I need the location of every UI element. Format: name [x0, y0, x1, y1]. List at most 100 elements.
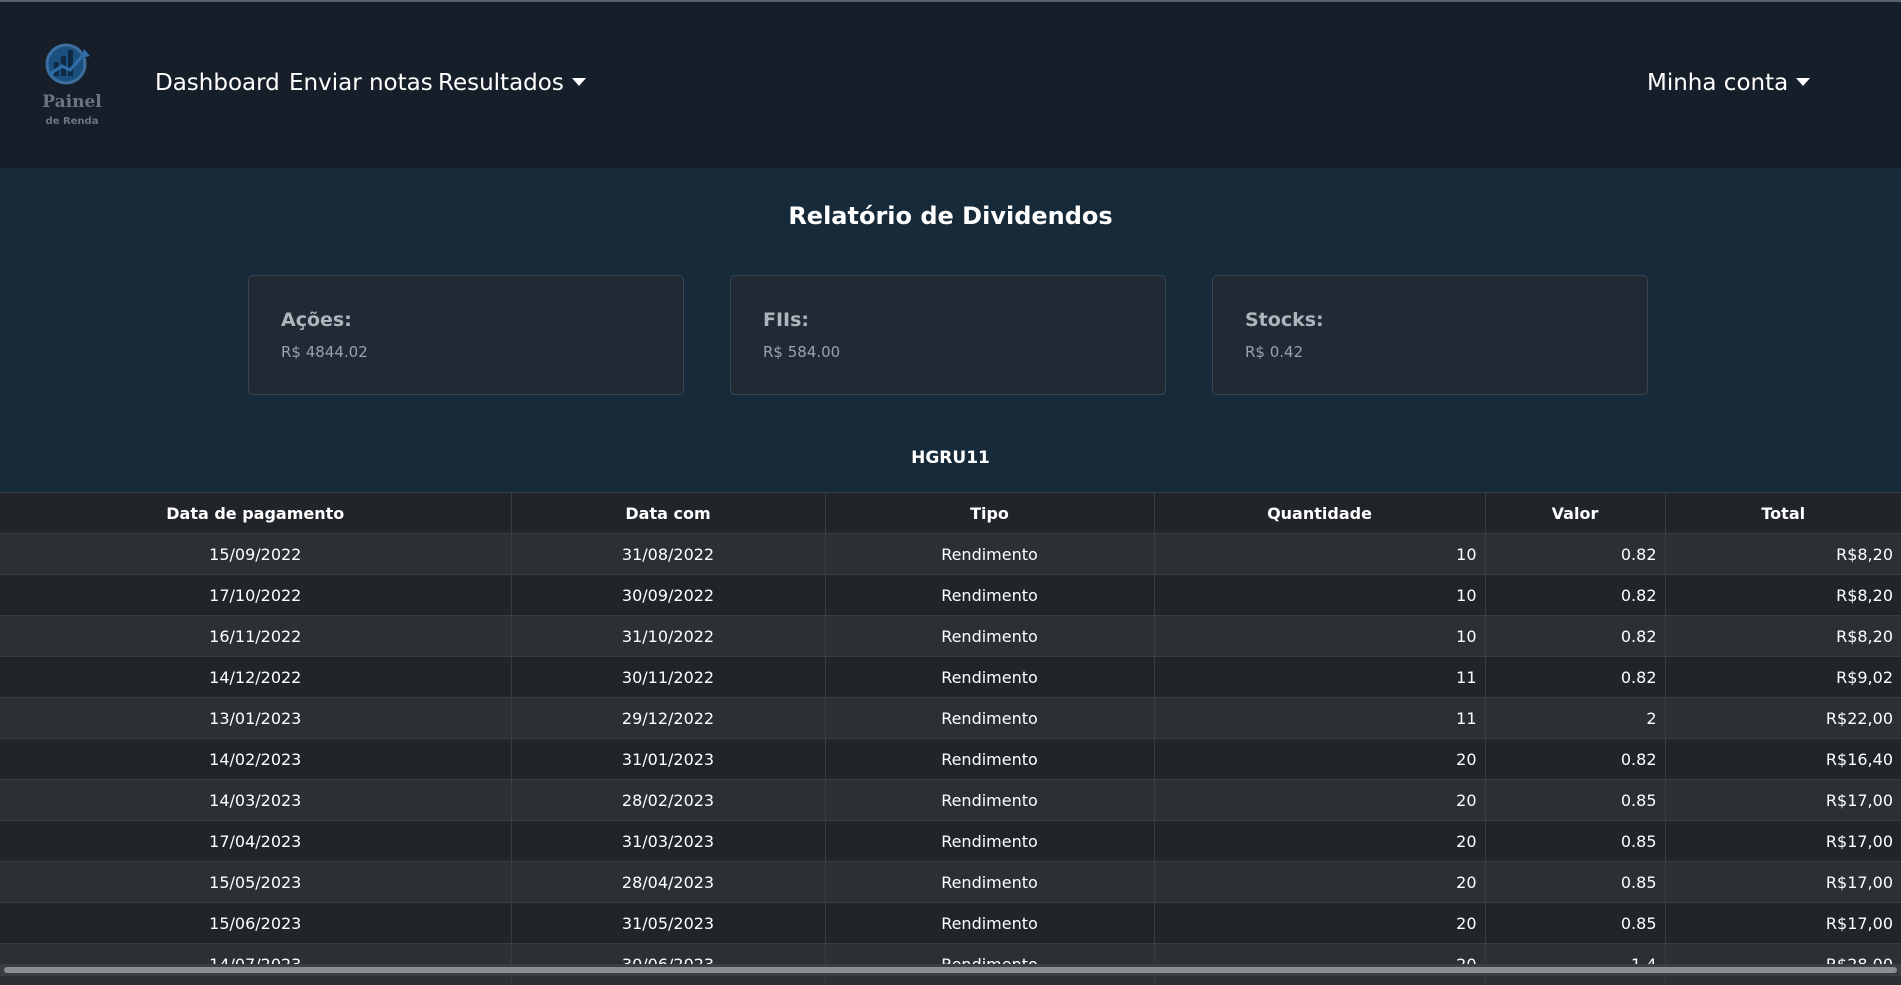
col-header-data-com[interactable]: Data com: [510, 492, 825, 534]
cell-data-com: 29/12/2022: [510, 697, 825, 739]
table-row: 17/04/2023 31/03/2023 Rendimento 20 0.85…: [0, 820, 1901, 862]
cell-data-pagamento: 17/10/2022: [0, 574, 511, 616]
card-title: Stocks:: [1245, 309, 1324, 331]
card-value: R$ 0.42: [1245, 343, 1304, 361]
table-row: 15/06/2023 31/05/2023 Rendimento 20 0.85…: [0, 902, 1901, 944]
table-row: 13/01/2023 29/12/2022 Rendimento 11 2 R$…: [0, 697, 1901, 739]
cell-data-pagamento: 15/05/2023: [0, 861, 511, 903]
cell-tipo: Rendimento: [824, 656, 1154, 698]
page-title: Relatório de Dividendos: [788, 202, 1113, 230]
cell-quantidade: 20: [1153, 779, 1485, 821]
cell-tipo: Rendimento: [824, 697, 1154, 739]
cell-valor: 0.82: [1484, 656, 1665, 698]
cell-data-com: 30/11/2022: [510, 656, 825, 698]
nav-link-dashboard[interactable]: Dashboard: [155, 70, 280, 96]
caret-down-icon: [1796, 78, 1811, 86]
logo-title: Painel: [42, 92, 102, 112]
cell-data-pagamento: 17/04/2023: [0, 820, 511, 862]
cell-total: R$17,00: [1664, 820, 1901, 862]
cell-data-com: 31/10/2022: [510, 615, 825, 657]
summary-card-fiis: FIIs: R$ 584.00: [730, 275, 1166, 395]
cell-valor: 0.82: [1484, 533, 1665, 575]
cell-data-pagamento: 14/03/2023: [0, 779, 511, 821]
cell-tipo: Rendimento: [824, 820, 1154, 862]
cell-quantidade: 10: [1153, 574, 1485, 616]
cell-tipo: Rendimento: [824, 738, 1154, 780]
cell-valor: 0.85: [1484, 820, 1665, 862]
card-title: Ações:: [281, 309, 352, 331]
col-header-tipo[interactable]: Tipo: [824, 492, 1154, 534]
cell-quantidade: 20: [1153, 820, 1485, 862]
navbar: Painel de Renda Dashboard Enviar notas R…: [0, 2, 1901, 168]
cell-data-pagamento: 14/12/2022: [0, 656, 511, 698]
cell-tipo: Rendimento: [824, 861, 1154, 903]
cell-valor: 0.82: [1484, 738, 1665, 780]
summary-card-stocks: Stocks: R$ 0.42: [1212, 275, 1648, 395]
cell-data-com: 31/08/2022: [510, 533, 825, 575]
cell-data-com: 28/02/2023: [510, 779, 825, 821]
cell-data-pagamento: 13/01/2023: [0, 697, 511, 739]
col-header-valor[interactable]: Valor: [1484, 492, 1665, 534]
horizontal-scrollbar[interactable]: [0, 964, 1901, 976]
cell-valor: 0.82: [1484, 615, 1665, 657]
logo[interactable]: Painel de Renda: [40, 40, 104, 132]
cell-valor: 0.82: [1484, 574, 1665, 616]
dividends-table: Data de pagamento Data com Tipo Quantida…: [0, 492, 1901, 985]
cell-quantidade: 11: [1153, 656, 1485, 698]
cell-total: R$17,00: [1664, 779, 1901, 821]
logo-chart-icon: [45, 43, 90, 85]
cell-quantidade: 20: [1153, 738, 1485, 780]
col-header-total[interactable]: Total: [1664, 492, 1901, 534]
nav-link-enviar-notas[interactable]: Enviar notas: [289, 70, 433, 96]
table-row: 14/02/2023 31/01/2023 Rendimento 20 0.82…: [0, 738, 1901, 780]
table-row: 17/10/2022 30/09/2022 Rendimento 10 0.82…: [0, 574, 1901, 616]
summary-card-acoes: Ações: R$ 4844.02: [248, 275, 684, 395]
cell-quantidade: 20: [1153, 902, 1485, 944]
cell-quantidade: 10: [1153, 533, 1485, 575]
cell-tipo: Rendimento: [824, 533, 1154, 575]
col-header-quantidade[interactable]: Quantidade: [1153, 492, 1485, 534]
cell-total: R$17,00: [1664, 902, 1901, 944]
account-dropdown-label: Minha conta: [1647, 70, 1789, 96]
cell-total: R$8,20: [1664, 574, 1901, 616]
cell-tipo: Rendimento: [824, 615, 1154, 657]
cell-tipo: Rendimento: [824, 779, 1154, 821]
nav-dropdown-resultados-label: Resultados: [438, 70, 564, 96]
cell-valor: 0.85: [1484, 902, 1665, 944]
table-row: 14/12/2022 30/11/2022 Rendimento 11 0.82…: [0, 656, 1901, 698]
card-value: R$ 4844.02: [281, 343, 368, 361]
cell-data-pagamento: 14/02/2023: [0, 738, 511, 780]
cell-data-pagamento: 15/06/2023: [0, 902, 511, 944]
cell-data-pagamento: 15/09/2022: [0, 533, 511, 575]
cell-total: R$9,02: [1664, 656, 1901, 698]
cell-data-com: 31/05/2023: [510, 902, 825, 944]
cell-data-com: 31/03/2023: [510, 820, 825, 862]
scrollbar-thumb[interactable]: [4, 967, 1897, 973]
table-row: 15/05/2023 28/04/2023 Rendimento 20 0.85…: [0, 861, 1901, 903]
cell-total: R$17,00: [1664, 861, 1901, 903]
col-header-data-pagamento[interactable]: Data de pagamento: [0, 492, 511, 534]
cell-quantidade: 10: [1153, 615, 1485, 657]
cell-data-com: 31/01/2023: [510, 738, 825, 780]
cell-data-pagamento: 16/11/2022: [0, 615, 511, 657]
caret-down-icon: [571, 78, 586, 86]
nav-dropdown-resultados[interactable]: Resultados: [438, 70, 586, 96]
cell-total: R$8,20: [1664, 615, 1901, 657]
cell-data-com: 30/09/2022: [510, 574, 825, 616]
cell-valor: 0.85: [1484, 861, 1665, 903]
cell-quantidade: 20: [1153, 861, 1485, 903]
account-dropdown[interactable]: Minha conta: [1647, 70, 1811, 96]
logo-subtitle: de Renda: [45, 116, 99, 127]
ticker-section-title: HGRU11: [911, 448, 990, 468]
card-value: R$ 584.00: [763, 343, 841, 361]
table-row: 15/09/2022 31/08/2022 Rendimento 10 0.82…: [0, 533, 1901, 575]
cell-tipo: Rendimento: [824, 902, 1154, 944]
table-row: 16/11/2022 31/10/2022 Rendimento 10 0.82…: [0, 615, 1901, 657]
cell-total: R$8,20: [1664, 533, 1901, 575]
cell-quantidade: 11: [1153, 697, 1485, 739]
card-title: FIIs:: [763, 309, 810, 331]
cell-valor: 2: [1484, 697, 1665, 739]
cell-data-com: 28/04/2023: [510, 861, 825, 903]
cell-total: R$22,00: [1664, 697, 1901, 739]
table-row: 14/03/2023 28/02/2023 Rendimento 20 0.85…: [0, 779, 1901, 821]
